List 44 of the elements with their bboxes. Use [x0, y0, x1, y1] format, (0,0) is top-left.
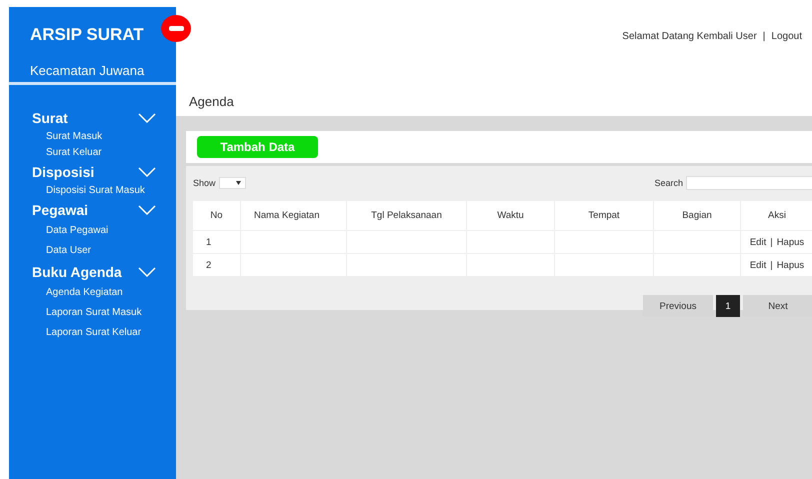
menu-item[interactable]: Laporan Surat Masuk [32, 303, 176, 323]
page-button[interactable]: 1 [716, 295, 740, 317]
column-header: Aksi [741, 201, 812, 230]
column-header: Waktu [467, 201, 554, 230]
column-header: No [193, 201, 240, 230]
delete-link[interactable]: Hapus [776, 236, 804, 248]
table-cell: 1 [193, 231, 240, 253]
entries-select[interactable] [218, 177, 246, 189]
app-subtitle: Kecamatan Juwana [30, 63, 146, 78]
menu-heading[interactable]: Pegawai [32, 202, 88, 218]
dropdown-arrow-icon [236, 181, 241, 185]
delete-link[interactable]: Hapus [776, 260, 804, 270]
logout-link[interactable]: Logout [771, 31, 802, 85]
menu-heading[interactable]: Surat [32, 110, 68, 126]
edit-link[interactable]: Edit [750, 236, 766, 248]
chevron-down-icon[interactable] [138, 113, 156, 123]
column-header: Tgl Pelaksanaan [347, 201, 466, 230]
app-title: ARSIP SURAT [30, 25, 145, 45]
separator: | [770, 260, 773, 270]
show-label: Show [193, 178, 216, 188]
column-header: Bagian [654, 201, 740, 230]
column-header: Tempat [555, 201, 653, 230]
chevron-down-icon[interactable] [138, 267, 156, 277]
search-field[interactable] [686, 176, 812, 190]
menu-item[interactable]: Disposisi Surat Masuk [32, 183, 176, 199]
chevron-down-icon[interactable] [138, 167, 156, 177]
menu-item[interactable]: Data Pegawai [32, 221, 176, 241]
minus-icon[interactable] [161, 15, 191, 42]
menu-heading[interactable]: Disposisi [32, 164, 94, 180]
menu-item[interactable]: Laporan Surat Keluar [32, 323, 176, 343]
table-cell: 2 [193, 254, 240, 276]
menu-item[interactable]: Data User [32, 241, 176, 261]
menu-item[interactable]: Surat Keluar [32, 145, 176, 161]
separator: | [762, 31, 766, 44]
page-title: Agenda [188, 93, 235, 111]
separator: | [770, 236, 773, 248]
edit-link[interactable]: Edit [750, 260, 766, 270]
chevron-down-icon[interactable] [138, 205, 156, 215]
menu-item[interactable]: Surat Masuk [32, 129, 176, 145]
menu-heading[interactable]: Buku Agenda [32, 264, 122, 280]
column-header: Nama Kegiatan [241, 201, 346, 230]
search-label: Search [654, 178, 683, 188]
welcome-text: Selamat Datang Kembali User [622, 31, 757, 44]
menu-item[interactable]: Agenda Kegiatan [32, 283, 176, 303]
